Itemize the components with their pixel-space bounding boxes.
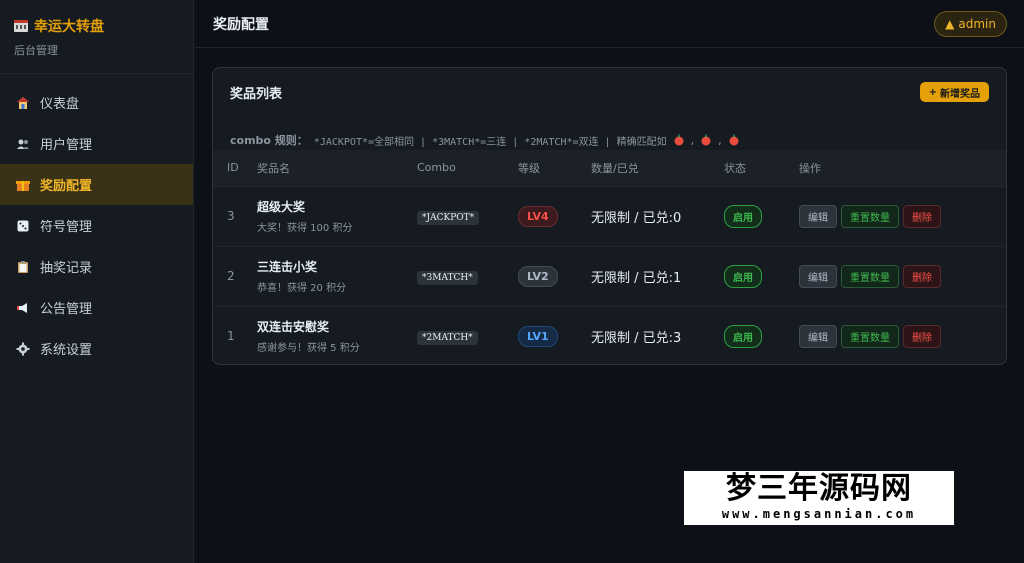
column-header-quantity: 数量/已兑	[591, 161, 639, 175]
sidebar-item-dashboard[interactable]: 仪表盘	[0, 82, 193, 123]
sidebar-item-settings[interactable]: 系统设置	[0, 328, 193, 369]
status-badge[interactable]: 启用	[724, 204, 762, 228]
user-name: admin	[958, 16, 996, 31]
gift-icon	[16, 180, 30, 191]
sidebar: 幸运大转盘 后台管理 仪表盘 用户管理 奖励配置 符号管理 抽奖记录 公告管理 …	[0, 0, 194, 563]
sidebar-item-label: 公告管理	[40, 302, 93, 317]
sidebar-item-records[interactable]: 抽奖记录	[0, 246, 193, 287]
prize-description: 大奖！获得 100 积分	[257, 223, 353, 234]
reset-quantity-button[interactable]: 重置数量	[841, 324, 899, 348]
slot-machine-icon	[14, 20, 28, 32]
delete-button[interactable]: 删除	[903, 264, 941, 288]
prize-name: 双连击安慰奖	[257, 320, 330, 335]
page-title: 奖励配置	[213, 16, 269, 33]
row-id: 2	[227, 269, 235, 283]
home-icon	[17, 96, 29, 109]
user-badge[interactable]: ▲ admin	[934, 10, 1007, 37]
combo-rule-label: combo 规则：	[230, 134, 308, 147]
users-icon	[17, 139, 29, 149]
quantity-text: 无限制 / 已兑:1	[591, 270, 682, 286]
column-header-combo: Combo	[417, 161, 456, 175]
watermark-title: 梦三年源码网	[726, 471, 912, 506]
prize-table: ID 奖品名 Combo 等级 数量/已兑 状态 操作 3 超级大奖 大奖！获得…	[213, 150, 1006, 364]
edit-button[interactable]: 编辑	[799, 324, 837, 348]
add-prize-button[interactable]: + 新增奖品	[919, 82, 989, 102]
table-row: 2 三连击小奖 恭喜！获得 20 积分 *3MATCH* LV2 无限制 / 已…	[213, 246, 1006, 306]
comma-separator: ,	[690, 133, 695, 147]
topbar: 奖励配置 ▲ admin	[195, 0, 1024, 48]
column-header-status: 状态	[724, 161, 746, 175]
combo-tag: *JACKPOT*	[417, 211, 480, 225]
sidebar-nav: 仪表盘 用户管理 奖励配置 符号管理 抽奖记录 公告管理 系统设置	[0, 82, 193, 369]
prize-description: 恭喜！获得 20 积分	[257, 283, 347, 294]
delete-button[interactable]: 删除	[903, 324, 941, 348]
level-badge: LV1	[518, 325, 558, 347]
clipboard-icon	[18, 260, 28, 273]
status-badge[interactable]: 启用	[724, 264, 762, 288]
gear-icon	[16, 342, 30, 355]
sidebar-item-label: 仪表盘	[40, 97, 80, 112]
sidebar-item-label: 奖励配置	[40, 179, 93, 194]
table-row: 3 超级大奖 大奖！获得 100 积分 *JACKPOT* LV4 无限制 / …	[213, 186, 1006, 246]
triangle-up-icon: ▲	[945, 16, 955, 31]
add-prize-label: 新增奖品	[940, 88, 980, 100]
table-header-row: ID 奖品名 Combo 等级 数量/已兑 状态 操作	[213, 150, 1006, 186]
apple-icon	[729, 134, 739, 146]
quantity-text: 无限制 / 已兑:3	[591, 330, 682, 346]
delete-button[interactable]: 删除	[903, 204, 941, 228]
sidebar-item-label: 抽奖记录	[40, 261, 93, 276]
level-badge: LV2	[518, 265, 558, 287]
prize-name: 超级大奖	[257, 200, 306, 214]
combo-tag: *2MATCH*	[417, 331, 478, 346]
megaphone-icon	[17, 302, 27, 313]
prize-name: 三连击小奖	[257, 260, 318, 274]
edit-button[interactable]: 编辑	[799, 264, 837, 288]
apple-icon	[701, 134, 711, 146]
column-header-name: 奖品名	[257, 161, 290, 175]
sidebar-item-rewards[interactable]: 奖励配置	[0, 164, 193, 205]
card-header: 奖品列表 + 新增奖品	[213, 68, 1006, 116]
sidebar-item-users[interactable]: 用户管理	[0, 123, 193, 164]
dice-icon	[17, 220, 29, 231]
watermark-url: www.mengsannian.com	[721, 507, 917, 521]
level-badge: LV4	[518, 205, 558, 227]
brand-subtitle: 后台管理	[14, 44, 58, 57]
sidebar-item-announcements[interactable]: 公告管理	[0, 287, 193, 328]
sidebar-item-label: 符号管理	[40, 220, 93, 235]
row-id: 1	[227, 329, 235, 344]
status-badge[interactable]: 启用	[724, 324, 762, 348]
brand-title: 幸运大转盘	[34, 19, 104, 35]
combo-rule: combo 规则： *JACKPOT*=全部相同 | *3MATCH*=三连 |…	[230, 132, 740, 148]
apple-icon	[674, 134, 684, 146]
reset-quantity-button[interactable]: 重置数量	[841, 204, 899, 228]
sidebar-item-label: 用户管理	[40, 138, 93, 153]
quantity-text: 无限制 / 已兑:0	[591, 210, 682, 226]
watermark: 梦三年源码网 www.mengsannian.com	[684, 471, 954, 525]
reset-quantity-button[interactable]: 重置数量	[841, 264, 899, 288]
table-row: 1 双连击安慰奖 感谢参与！获得 5 积分 *2MATCH* LV1 无限制 /…	[213, 306, 1006, 364]
brand: 幸运大转盘 后台管理	[0, 0, 193, 74]
comma-separator: ,	[718, 133, 722, 147]
card-title: 奖品列表	[230, 86, 283, 102]
column-header-actions: 操作	[799, 161, 821, 175]
sidebar-item-symbols[interactable]: 符号管理	[0, 205, 193, 246]
row-id: 3	[227, 209, 235, 223]
edit-button[interactable]: 编辑	[799, 204, 837, 228]
sidebar-item-label: 系统设置	[40, 343, 93, 358]
column-header-id: ID	[227, 161, 239, 175]
combo-rule-text: *JACKPOT*=全部相同 | *3MATCH*=三连 | *2MATCH*=…	[313, 136, 667, 148]
combo-tag: *3MATCH*	[417, 271, 478, 285]
plus-icon: +	[928, 86, 937, 98]
prize-list-card: 奖品列表 + 新增奖品 combo 规则： *JACKPOT*=全部相同 | *…	[212, 67, 1007, 365]
column-header-level: 等级	[518, 161, 540, 175]
prize-description: 感谢参与！获得 5 积分	[257, 343, 360, 355]
